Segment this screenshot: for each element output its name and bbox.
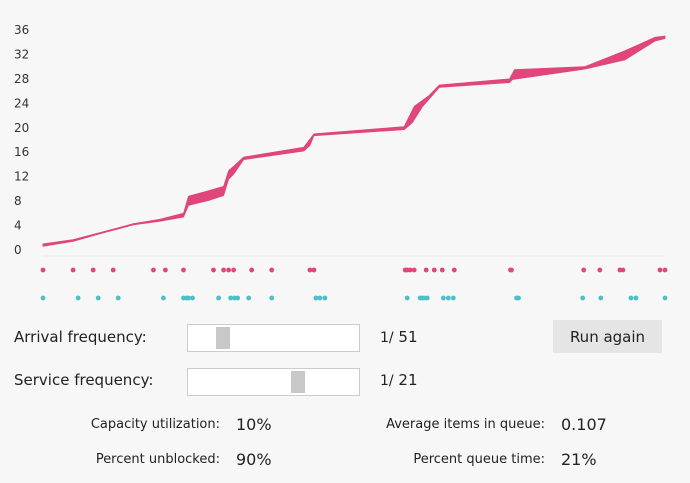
arrival-frequency-slider[interactable] bbox=[187, 324, 360, 352]
run-again-button[interactable]: Run again bbox=[553, 320, 662, 353]
arrival-dot bbox=[249, 267, 255, 273]
average-items-in-queue-value: 0.107 bbox=[561, 415, 607, 434]
service-dot bbox=[628, 295, 634, 301]
arrival-dot bbox=[226, 267, 232, 273]
service-dot bbox=[450, 295, 456, 301]
arrival-dot bbox=[181, 267, 186, 273]
arrival-dot bbox=[311, 267, 317, 273]
y-tick-label: 20 bbox=[14, 121, 29, 135]
y-tick-label: 32 bbox=[14, 47, 29, 61]
arrival-dot bbox=[662, 267, 668, 273]
y-tick-label: 24 bbox=[14, 96, 29, 110]
arrival-dot bbox=[163, 267, 168, 273]
y-tick-label: 28 bbox=[14, 72, 29, 86]
service-dot bbox=[269, 295, 275, 301]
service-frequency-value: 21 bbox=[398, 371, 418, 389]
service-frequency-readout: 1/ 21 bbox=[380, 371, 418, 389]
arrival-dot bbox=[70, 267, 76, 273]
percent-queue-time-value: 21% bbox=[561, 450, 597, 469]
queue-band bbox=[42, 35, 666, 247]
y-tick-label: 36 bbox=[14, 23, 29, 37]
arrival-dot bbox=[110, 267, 116, 273]
service-frequency-label: Service frequency: bbox=[14, 371, 154, 389]
service-dot bbox=[424, 295, 430, 301]
service-dot bbox=[445, 295, 451, 301]
arrival-dot bbox=[597, 267, 603, 273]
service-dot bbox=[161, 295, 166, 301]
service-dot bbox=[190, 295, 195, 301]
average-items-in-queue-label: Average items in queue: bbox=[386, 417, 545, 432]
y-tick-label: 8 bbox=[14, 194, 22, 208]
service-dot bbox=[75, 295, 81, 301]
arrival-dot bbox=[581, 267, 587, 273]
arrival-dot bbox=[221, 267, 227, 273]
y-tick-label: 4 bbox=[14, 219, 22, 233]
arrival-dot bbox=[269, 267, 275, 273]
percent-unblocked-value: 90% bbox=[236, 450, 272, 469]
service-dot bbox=[516, 295, 521, 301]
arrival-dot bbox=[231, 267, 237, 273]
service-frequency-prefix: 1/ bbox=[380, 373, 394, 389]
service-dot bbox=[580, 295, 586, 301]
arrival-dot bbox=[620, 267, 626, 273]
arrival-dot bbox=[423, 267, 429, 273]
y-tick-label: 16 bbox=[14, 145, 29, 159]
arrival-dot bbox=[40, 267, 46, 273]
service-dots bbox=[40, 295, 668, 301]
arrival-dot bbox=[657, 267, 663, 273]
service-slider-handle[interactable] bbox=[290, 371, 305, 393]
percent-queue-time-label: Percent queue time: bbox=[413, 452, 545, 467]
service-dot bbox=[115, 295, 121, 301]
service-dot bbox=[404, 295, 410, 301]
service-dot bbox=[322, 295, 328, 301]
y-axis-ticks: 0 4 8 12 16 20 24 28 32 36 bbox=[14, 23, 29, 257]
arrival-dot bbox=[90, 267, 96, 273]
y-tick-label: 12 bbox=[14, 170, 29, 184]
arrival-dots bbox=[40, 267, 668, 273]
capacity-utilization-label: Capacity utilization: bbox=[90, 417, 220, 432]
queue-chart: 0 4 8 12 16 20 24 28 32 36 bbox=[14, 23, 668, 301]
arrival-dot bbox=[439, 267, 445, 273]
service-dot bbox=[440, 295, 446, 301]
service-dot bbox=[633, 295, 639, 301]
arrival-dot bbox=[509, 267, 514, 273]
arrival-frequency-prefix: 1/ bbox=[380, 330, 394, 346]
percent-unblocked-label: Percent unblocked: bbox=[95, 452, 220, 467]
service-dot bbox=[662, 295, 668, 301]
arrival-dot bbox=[211, 267, 216, 273]
service-dot bbox=[40, 295, 46, 301]
arrival-slider-handle[interactable] bbox=[216, 327, 231, 349]
arrival-frequency-value: 51 bbox=[398, 328, 418, 346]
arrival-dot bbox=[431, 267, 437, 273]
arrival-dot bbox=[151, 267, 156, 273]
service-frequency-slider[interactable] bbox=[187, 368, 360, 396]
service-dot bbox=[317, 295, 323, 301]
y-tick-label: 0 bbox=[14, 243, 22, 257]
service-dot bbox=[235, 295, 241, 301]
service-dot bbox=[216, 295, 222, 301]
arrival-frequency-readout: 1/ 51 bbox=[380, 328, 418, 346]
arrival-dot bbox=[451, 267, 457, 273]
arrival-frequency-label: Arrival frequency: bbox=[14, 328, 147, 346]
capacity-utilization-value: 10% bbox=[236, 415, 272, 434]
service-dot bbox=[246, 295, 252, 301]
service-dot bbox=[95, 295, 101, 301]
arrival-dot bbox=[411, 267, 417, 273]
service-dot bbox=[598, 295, 604, 301]
